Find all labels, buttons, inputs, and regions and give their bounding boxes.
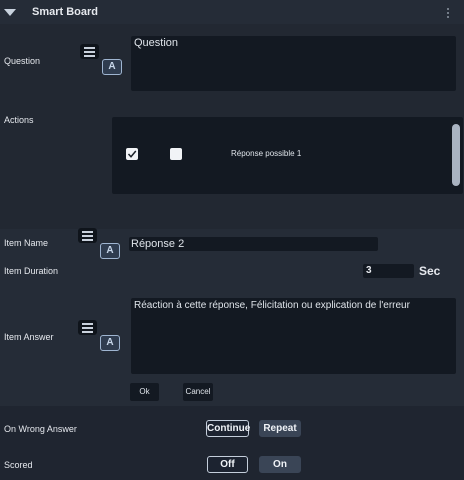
text-lines-icon[interactable] <box>80 44 99 59</box>
scored-off-button[interactable]: Off <box>207 456 248 473</box>
item-answer-label: Item Answer <box>4 332 54 342</box>
panel-title: Smart Board <box>32 6 99 18</box>
on-wrong-answer-label: On Wrong Answer <box>4 424 77 434</box>
letter-a-icon[interactable]: A <box>100 243 120 259</box>
action-text[interactable]: Réponse possible 1 <box>231 149 301 158</box>
text-lines-icon[interactable] <box>78 320 97 335</box>
actions-label: Actions <box>4 115 34 125</box>
item-name-label: Item Name <box>4 238 49 248</box>
item-name-value: Réponse 2 <box>131 238 185 250</box>
question-textarea[interactable]: Question <box>131 36 456 91</box>
action-checkbox-selected[interactable] <box>126 148 138 160</box>
item-duration-label: Item Duration <box>4 266 59 276</box>
letter-a-icon[interactable]: A <box>100 335 120 351</box>
kebab-menu-icon[interactable] <box>447 8 450 18</box>
duration-unit: Sec <box>419 264 441 278</box>
question-text: Question <box>134 37 179 49</box>
ok-button[interactable]: Ok <box>130 383 159 401</box>
letter-a-icon[interactable]: A <box>102 59 122 75</box>
item-answer-textarea[interactable]: Réaction à cette réponse, Félicitation o… <box>131 298 456 374</box>
action-checkbox-correct[interactable] <box>170 148 182 160</box>
triangle-down-icon[interactable] <box>4 9 16 16</box>
checkmark-icon <box>127 150 137 158</box>
item-duration-input[interactable]: 3 <box>363 264 414 278</box>
question-label: Question <box>4 56 41 66</box>
actions-scrollbar[interactable] <box>452 124 460 186</box>
item-duration-value: 3 <box>366 265 372 276</box>
cancel-button[interactable]: Cancel <box>183 383 213 401</box>
item-name-input[interactable]: Réponse 2 <box>129 237 378 251</box>
scored-label: Scored <box>4 460 33 470</box>
scored-on-button[interactable]: On <box>259 456 301 473</box>
text-lines-icon[interactable] <box>78 228 97 243</box>
continue-button[interactable]: Continue <box>206 420 250 437</box>
repeat-button[interactable]: Repeat <box>259 420 301 437</box>
item-answer-text: Réaction à cette réponse, Félicitation o… <box>134 300 410 311</box>
